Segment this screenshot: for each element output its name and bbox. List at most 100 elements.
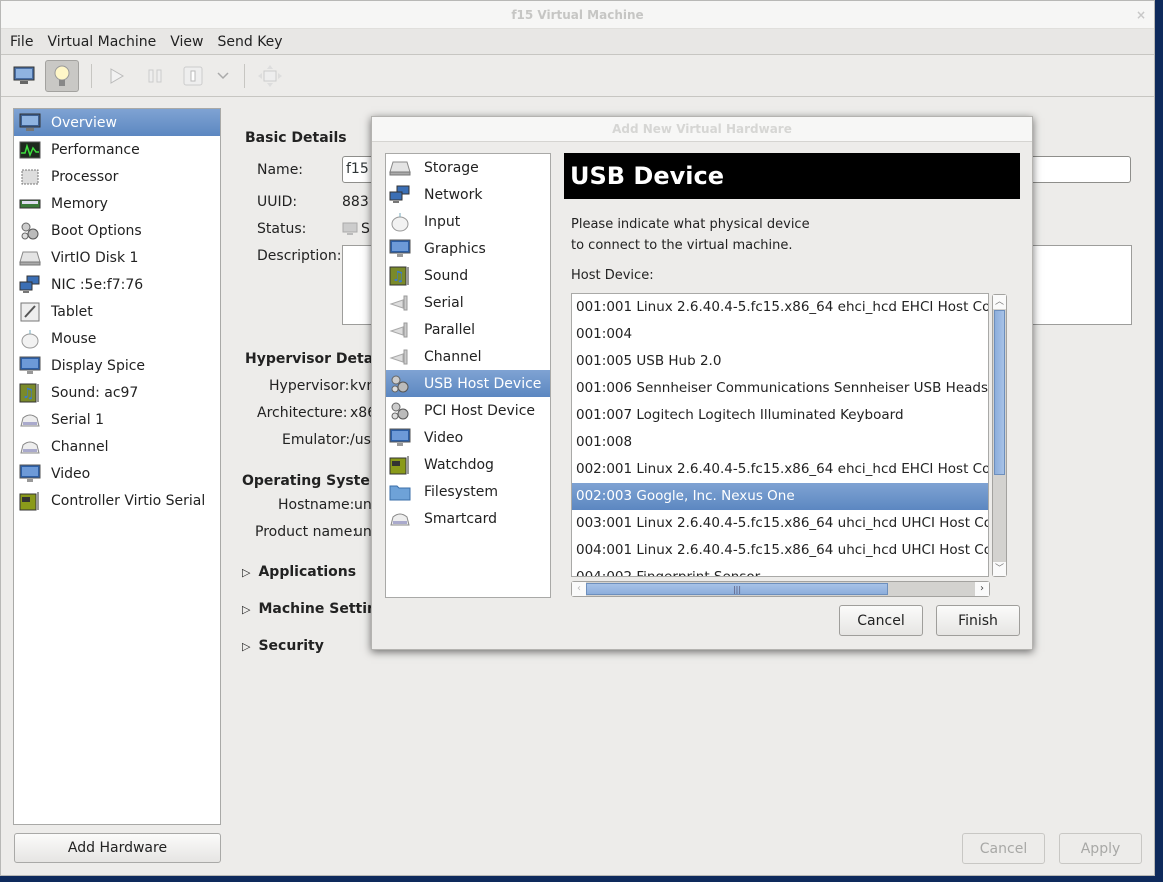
close-icon[interactable]: × — [1136, 1, 1146, 29]
mouse-icon — [18, 329, 42, 349]
device-row[interactable]: 004:002 Fingerprint Sensor — [572, 564, 988, 576]
product-name-value: un — [354, 524, 372, 540]
device-row[interactable]: 001:007 Logitech Logitech Illuminated Ke… — [572, 402, 988, 429]
sidebar-item-nic-5e-f7-76[interactable]: NIC :5e:f7:76 — [14, 271, 220, 298]
controller-card-icon — [388, 455, 412, 475]
category-filesystem[interactable]: Filesystem — [386, 478, 550, 505]
svg-text:♫: ♫ — [22, 386, 35, 402]
console-button[interactable] — [7, 60, 41, 92]
device-row[interactable]: 001:001 Linux 2.6.40.4-5.fc15.x86_64 ehc… — [572, 294, 988, 321]
sidebar-item-mouse[interactable]: Mouse — [14, 325, 220, 352]
sidebar-item-tablet[interactable]: Tablet — [14, 298, 220, 325]
security-expander[interactable]: ▷ Security — [242, 638, 324, 654]
category-storage[interactable]: Storage — [386, 154, 550, 181]
menu-virtual-machine[interactable]: Virtual Machine — [42, 34, 161, 50]
folder-icon — [388, 482, 412, 502]
category-serial[interactable]: Serial — [386, 289, 550, 316]
gears-icon — [18, 221, 42, 241]
device-row[interactable]: 001:004 — [572, 321, 988, 348]
sidebar-item-performance[interactable]: Performance — [14, 136, 220, 163]
performance-icon — [18, 140, 42, 160]
sidebar-item-boot-options[interactable]: Boot Options — [14, 217, 220, 244]
add-hardware-dialog: Add New Virtual Hardware Storage Network I… — [371, 116, 1033, 650]
add-hardware-button[interactable]: Add Hardware — [14, 833, 221, 863]
toolbar-separator — [244, 63, 245, 88]
serial-port-icon — [388, 293, 412, 313]
device-list-vertical-scrollbar[interactable]: ︿ ﹀ — [992, 294, 1007, 577]
menu-file[interactable]: File — [5, 34, 38, 50]
category-label: Video — [424, 429, 464, 446]
status-value-wrap: S — [342, 221, 370, 237]
finish-button[interactable]: Finish — [936, 605, 1020, 636]
sidebar-item-memory[interactable]: Memory — [14, 190, 220, 217]
sidebar-item-processor[interactable]: Processor — [14, 163, 220, 190]
operating-system-heading: Operating System — [242, 473, 385, 489]
scroll-left-icon[interactable]: ‹ — [572, 582, 586, 596]
sidebar-item-channel[interactable]: Channel — [14, 433, 220, 460]
category-usb-host-device[interactable]: USB Host Device — [386, 370, 550, 397]
menu-send-key[interactable]: Send Key — [212, 34, 287, 50]
controller-card-icon — [18, 491, 42, 511]
run-button[interactable] — [100, 60, 134, 92]
scroll-up-icon[interactable]: ︿ — [993, 295, 1006, 309]
device-row[interactable]: 003:001 Linux 2.6.40.4-5.fc15.x86_64 uhc… — [572, 510, 988, 537]
applications-label: Applications — [258, 564, 357, 580]
details-button[interactable] — [45, 59, 79, 92]
device-row[interactable]: 004:001 Linux 2.6.40.4-5.fc15.x86_64 uhc… — [572, 537, 988, 564]
device-row[interactable]: 002:001 Linux 2.6.40.4-5.fc15.x86_64 ehc… — [572, 456, 988, 483]
menu-view[interactable]: View — [165, 34, 208, 50]
category-video[interactable]: Video — [386, 424, 550, 451]
disk-icon — [18, 248, 42, 268]
category-smartcard[interactable]: Smartcard — [386, 505, 550, 532]
sidebar-item-display-spice[interactable]: Display Spice — [14, 352, 220, 379]
horizontal-scroll-thumb[interactable]: ||| — [586, 583, 888, 595]
sidebar-item-overview[interactable]: Overview — [14, 109, 220, 136]
sidebar-item-serial-1[interactable]: Serial 1 — [14, 406, 220, 433]
category-input[interactable]: Input — [386, 208, 550, 235]
host-device-list[interactable]: 001:001 Linux 2.6.40.4-5.fc15.x86_64 ehc… — [571, 293, 989, 577]
network-icon — [18, 275, 42, 295]
expander-arrow-icon: ▷ — [242, 565, 251, 579]
gears-icon — [388, 401, 412, 421]
main-cancel-button[interactable]: Cancel — [962, 833, 1045, 864]
category-sound[interactable]: ♫ Sound — [386, 262, 550, 289]
apply-button[interactable]: Apply — [1059, 833, 1142, 864]
display-icon — [388, 428, 412, 448]
device-row[interactable]: 001:008 — [572, 429, 988, 456]
category-pci-host-device[interactable]: PCI Host Device — [386, 397, 550, 424]
device-row[interactable]: 001:005 USB Hub 2.0 — [572, 348, 988, 375]
device-row[interactable]: 001:006 Sennheiser Communications Sennhe… — [572, 375, 988, 402]
applications-expander[interactable]: ▷ Applications — [242, 564, 356, 580]
disk-icon — [388, 158, 412, 178]
toolbar-separator — [91, 63, 92, 88]
pause-button[interactable] — [138, 60, 172, 92]
hostname-value: un — [354, 497, 372, 513]
window-title: f15 Virtual Machine — [511, 8, 644, 22]
shutdown-button[interactable] — [176, 60, 210, 92]
play-icon — [110, 67, 124, 84]
device-list-horizontal-scrollbar[interactable]: ‹ ||| › — [571, 581, 990, 597]
fullscreen-icon — [258, 64, 282, 87]
shutdown-menu-button[interactable] — [214, 60, 232, 92]
category-network[interactable]: Network — [386, 181, 550, 208]
name-label: Name: — [257, 162, 304, 178]
device-row[interactable]: 002:003 Google, Inc. Nexus One — [572, 483, 988, 510]
menu-bar: File Virtual Machine View Send Key — [1, 29, 1154, 55]
category-graphics[interactable]: Graphics — [386, 235, 550, 262]
sidebar-item-controller-virtio-serial[interactable]: Controller Virtio Serial — [14, 487, 220, 514]
category-channel[interactable]: Channel — [386, 343, 550, 370]
scroll-down-icon[interactable]: ﹀ — [993, 562, 1006, 576]
scroll-right-icon[interactable]: › — [975, 582, 989, 596]
fullscreen-button[interactable] — [253, 60, 287, 92]
emulator-value: /us — [350, 432, 371, 448]
hostname-label: Hostname: — [278, 497, 355, 513]
category-watchdog[interactable]: Watchdog — [386, 451, 550, 478]
sidebar-item-video[interactable]: Video — [14, 460, 220, 487]
sidebar-item-virtio-disk-1[interactable]: VirtIO Disk 1 — [14, 244, 220, 271]
description-label: Description: — [257, 248, 342, 264]
display-icon — [388, 239, 412, 259]
category-parallel[interactable]: Parallel — [386, 316, 550, 343]
vertical-scroll-thumb[interactable] — [994, 310, 1005, 475]
sidebar-item-sound-ac97[interactable]: ♫ Sound: ac97 — [14, 379, 220, 406]
dialog-cancel-button[interactable]: Cancel — [839, 605, 923, 636]
